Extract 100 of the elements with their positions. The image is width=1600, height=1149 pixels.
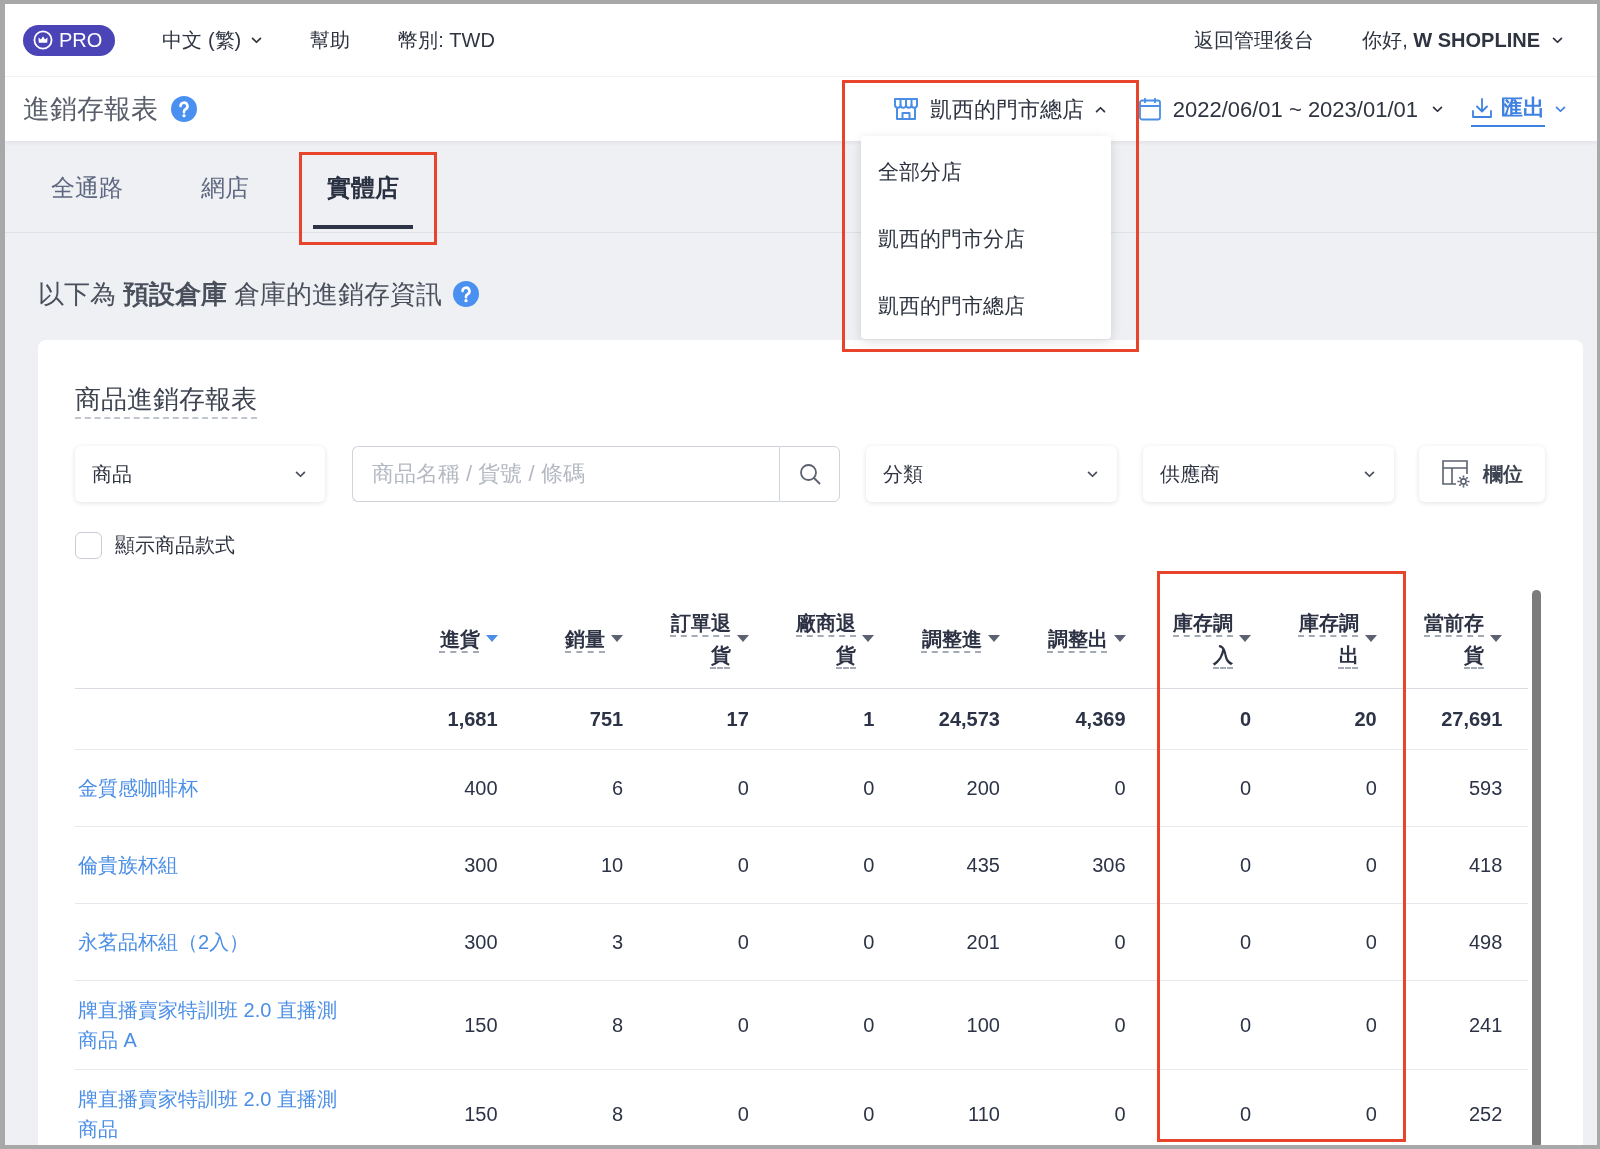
help-icon[interactable] [453,281,480,307]
table-cell: 300 [398,827,524,904]
table-cell: 201 [900,904,1026,981]
supplier-select[interactable]: 供應商 [1143,446,1394,502]
total-cell: 27,691 [1402,689,1528,750]
search-button[interactable] [779,446,840,502]
menu-item[interactable]: 凱西的門市總店 [860,272,1111,339]
table-cell: 0 [774,1070,901,1145]
vertical-scrollbar[interactable] [1532,590,1541,1145]
table-cell: 0 [1025,1070,1152,1145]
sort-caret-icon[interactable] [1364,635,1377,642]
table-cell: 0 [1277,827,1403,904]
help-link[interactable]: 幫助 [310,25,351,55]
badge-label: PRO [59,30,103,50]
chevron-down-icon [1364,470,1375,478]
table-cell: 418 [1402,827,1528,904]
table-cell: 252 [1402,1070,1528,1145]
sort-caret-icon[interactable] [1239,635,1252,642]
table-cell: 100 [900,981,1026,1070]
table-cell: 0 [1151,750,1278,827]
date-range-picker[interactable]: 2022/06/01 ~ 2023/01/01 [1138,92,1443,126]
chevron-down-icon [295,470,306,478]
table-cell: 3 [523,904,650,981]
chevron-up-icon [1094,105,1106,113]
language-dropdown[interactable]: 中文 (繁) [162,25,263,55]
table-cell: 0 [1025,750,1152,827]
calendar-icon [1138,97,1161,121]
table-cell: 150 [398,1070,524,1145]
tab[interactable]: 網店 [175,141,275,229]
table-cell: 593 [1402,750,1528,827]
export-button[interactable]: 匯出 [1471,91,1566,127]
table-cell: 0 [774,981,901,1070]
menu-item[interactable]: 全部分店 [860,138,1111,205]
table-cell: 8 [523,981,650,1070]
tab[interactable]: 實體店 [313,141,413,229]
table-cell: 200 [900,750,1026,827]
tab[interactable]: 全通路 [37,141,137,229]
column-header[interactable]: 當前存貨 [1422,606,1503,671]
sort-caret-icon[interactable] [987,635,1000,642]
column-header[interactable]: 庫存調出 [1296,606,1377,671]
account-menu[interactable]: 你好, W SHOPLINE [1362,25,1563,55]
download-icon [1471,96,1493,119]
chevron-down-icon [1087,470,1098,478]
table-cell: 0 [774,750,901,827]
table-cell: 0 [1277,1070,1403,1145]
total-cell: 751 [523,689,650,750]
table-cell: 300 [398,904,524,981]
sort-caret-icon[interactable] [1490,635,1503,642]
table-cell: 6 [523,750,650,827]
total-cell: 4,369 [1025,689,1152,750]
page-title: 進銷存報表 [23,93,158,126]
chevron-down-icon [1555,105,1566,113]
column-header[interactable]: 進貨 [439,622,498,655]
menu-item[interactable]: 凱西的門市分店 [860,205,1111,272]
table-cell: 306 [1025,827,1152,904]
column-header[interactable]: 調整出 [1047,622,1126,655]
table-cell: 10 [523,827,650,904]
table-cell: 0 [1025,904,1152,981]
table-cell: 498 [1402,904,1528,981]
column-header[interactable]: 銷量 [565,622,624,655]
report-title: 商品進銷存報表 [75,381,257,419]
chevron-down-icon [251,36,263,44]
category-select[interactable]: 分類 [866,446,1117,502]
column-header[interactable]: 廠商退貨 [794,606,875,671]
search-field[interactable]: 商品名稱 / 貨號 / 條碼 [352,446,779,502]
sort-caret-icon[interactable] [862,635,875,642]
total-cell: 20 [1277,689,1403,750]
checkbox-label: 顯示商品款式 [115,533,235,558]
column-header[interactable]: 調整進 [921,622,1000,655]
sort-caret-icon[interactable] [611,635,624,642]
currency-label: 幣別: TWD [398,28,495,53]
table-cell: 0 [774,827,901,904]
table-cell: 435 [900,827,1026,904]
total-cell: 1 [774,689,901,750]
help-icon[interactable] [171,96,197,122]
table-cell: 241 [1402,981,1528,1070]
store-select[interactable]: 凱西的門市總店 [892,92,1106,126]
column-header[interactable]: 庫存調入 [1171,606,1252,671]
table-cell: 0 [649,827,775,904]
columns-button[interactable]: 欄位 [1419,446,1545,502]
table-cell: 0 [1151,1070,1278,1145]
total-cell: 17 [649,689,775,750]
sort-caret-icon[interactable] [1113,635,1126,642]
crown-icon [33,30,53,50]
table-cell: 0 [649,904,775,981]
sort-caret-icon[interactable] [736,635,749,642]
table-cell: 150 [398,981,524,1070]
column-header[interactable]: 訂單退貨 [668,606,749,671]
table-cell: 0 [649,750,775,827]
chevron-down-icon [1552,36,1563,44]
table-cell: 110 [900,1070,1026,1145]
store-icon [892,96,919,122]
back-link[interactable]: 返回管理後台 [1194,25,1315,55]
table-cell: 400 [398,750,524,827]
total-cell: 1,681 [398,689,524,750]
table-cell: 0 [1151,827,1278,904]
checkbox[interactable] [75,531,102,559]
table-cell: 0 [1151,981,1278,1070]
sort-caret-icon[interactable] [485,635,498,642]
type-select[interactable]: 商品 [75,446,325,502]
